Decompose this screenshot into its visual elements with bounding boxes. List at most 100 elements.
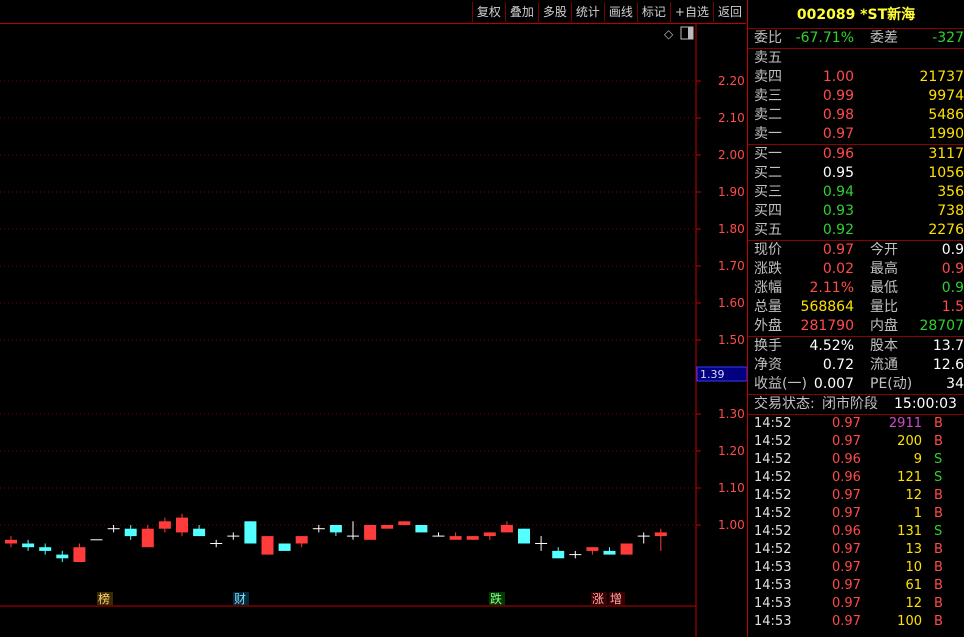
- tick-price: 0.96: [832, 452, 861, 467]
- tick-side: S: [934, 524, 943, 539]
- statistics-button[interactable]: 统计: [570, 2, 604, 22]
- buy-level-1[interactable]: 买一 0.96 3117: [748, 145, 964, 164]
- candle[interactable]: [39, 543, 52, 555]
- price-axis-label: 1.50: [718, 333, 745, 347]
- event-tag-finance[interactable]: 财: [233, 592, 249, 606]
- sell-level-2[interactable]: 卖二 0.98 5486: [748, 106, 964, 125]
- candle[interactable]: [227, 532, 240, 540]
- candle[interactable]: [654, 528, 667, 551]
- overlay-button[interactable]: 叠加: [504, 2, 538, 22]
- candle[interactable]: [518, 528, 530, 544]
- tick-time: 14:53: [754, 578, 792, 593]
- price-axis-label: 1.80: [718, 222, 745, 236]
- candle[interactable]: [244, 521, 257, 544]
- tick-time: 14:52: [754, 452, 792, 467]
- candle[interactable]: [466, 536, 479, 540]
- sell-level-1[interactable]: 卖一 0.97 1990: [748, 125, 964, 144]
- candle[interactable]: [193, 525, 206, 537]
- event-tag-rise[interactable]: 涨: [591, 591, 607, 606]
- candle[interactable]: [210, 539, 223, 548]
- candle[interactable]: [620, 543, 633, 555]
- svg-text:榜: 榜: [98, 591, 110, 606]
- candle-body: [39, 547, 52, 551]
- candle[interactable]: [449, 532, 462, 540]
- candle[interactable]: [329, 525, 342, 537]
- weicha-label: 委差: [870, 30, 898, 46]
- candle[interactable]: [22, 539, 35, 551]
- kline-chart[interactable]: 2.20 2.10 2.00 1.90 1.80 1.70 1.60 1.50 1.30 1.20…: [0, 24, 747, 637]
- event-tag-rank[interactable]: 榜: [97, 591, 113, 606]
- candle[interactable]: [141, 525, 154, 548]
- draw-line-button[interactable]: 画线: [603, 2, 637, 22]
- level-price: 0.96: [822, 146, 854, 162]
- add-watchlist-button[interactable]: +自选: [669, 2, 713, 22]
- candle[interactable]: [261, 536, 274, 555]
- candle[interactable]: [295, 536, 308, 548]
- price-axis-label: 1.20: [718, 444, 745, 458]
- tick-time: 14:52: [754, 434, 792, 449]
- candle[interactable]: [278, 543, 291, 551]
- sell-level-3[interactable]: 卖三 0.99 9974: [748, 87, 964, 106]
- svg-text:财: 财: [234, 592, 246, 606]
- tick-list[interactable]: 14:52 0.97 2911 B 14:52 0.97 200 B 14:52 0.96 9 S 14…: [748, 415, 964, 631]
- candle[interactable]: [312, 525, 325, 533]
- buy-level-5[interactable]: 买五 0.92 2276: [748, 221, 964, 240]
- candle-body: [5, 539, 17, 544]
- multi-stock-button[interactable]: 多股: [537, 2, 571, 22]
- buy-level-2[interactable]: 买二 0.95 1056: [748, 164, 964, 183]
- stat-row-change: 涨跌 0.02 最高 0.9: [748, 260, 964, 279]
- candle[interactable]: [158, 517, 171, 533]
- stat-label: PE(动): [870, 376, 913, 392]
- event-tag-increase[interactable]: 增: [609, 592, 625, 606]
- stat-label: 涨幅: [754, 280, 782, 296]
- candle[interactable]: [637, 532, 650, 544]
- stat-row-price: 现价 0.97 今开 0.9: [748, 241, 964, 260]
- candle-body: [176, 517, 188, 533]
- sell-book: 卖五 卖四 1.00 21737 卖三 0.99 9974 卖二 0.98 5486 卖一 0…: [748, 48, 964, 144]
- stat-value: 0.9: [941, 280, 964, 296]
- candle[interactable]: [176, 513, 188, 537]
- tick-row: 14:52 0.97 12 B: [748, 487, 964, 505]
- event-tag-fall[interactable]: 跌: [489, 591, 505, 606]
- candle[interactable]: [415, 525, 428, 533]
- buy-level-3[interactable]: 买三 0.94 356: [748, 183, 964, 202]
- mark-button[interactable]: 标记: [636, 2, 670, 22]
- level-label: 卖二: [754, 107, 782, 123]
- sell-level-5[interactable]: 卖五: [748, 49, 964, 68]
- tick-time: 14:52: [754, 416, 792, 431]
- tick-row: 14:52 0.97 13 B: [748, 541, 964, 559]
- event-tags: 榜 财 跌 涨 增: [97, 591, 625, 606]
- candle[interactable]: [603, 547, 616, 555]
- candle[interactable]: [381, 525, 394, 529]
- quote-panel: 002089 *ST新海 委比 -67.71% 委差 -327 卖五 卖四 1.0…: [747, 0, 964, 637]
- level-price: 0.95: [822, 165, 854, 181]
- candle[interactable]: [569, 550, 582, 559]
- back-button[interactable]: 返回: [712, 2, 746, 22]
- tick-side: S: [934, 452, 943, 467]
- price-axis-label: 1.30: [718, 407, 745, 421]
- candle[interactable]: [398, 521, 411, 525]
- level-volume: 1056: [928, 165, 964, 181]
- candle[interactable]: [432, 532, 445, 537]
- candlestick-series: [5, 513, 667, 563]
- candle[interactable]: [124, 525, 137, 540]
- current-price-marker: 1.39: [696, 366, 747, 382]
- candle[interactable]: [535, 536, 548, 551]
- candle[interactable]: [586, 547, 599, 555]
- stat-value: 0.9: [941, 242, 964, 258]
- candle[interactable]: [364, 525, 377, 540]
- candle[interactable]: [347, 521, 359, 540]
- candle-body: [278, 543, 291, 551]
- buy-level-4[interactable]: 买四 0.93 738: [748, 202, 964, 221]
- sell-level-4[interactable]: 卖四 1.00 21737: [748, 68, 964, 87]
- candle[interactable]: [552, 547, 565, 559]
- candle[interactable]: [107, 525, 120, 533]
- candle[interactable]: [56, 550, 69, 562]
- candle[interactable]: [483, 532, 496, 540]
- restore-rights-button[interactable]: 复权: [471, 2, 505, 22]
- tick-volume: 2911: [888, 416, 922, 431]
- candle[interactable]: [500, 521, 513, 533]
- candle[interactable]: [5, 536, 17, 548]
- diamond-icon[interactable]: ◇: [664, 27, 674, 41]
- candle[interactable]: [73, 543, 86, 563]
